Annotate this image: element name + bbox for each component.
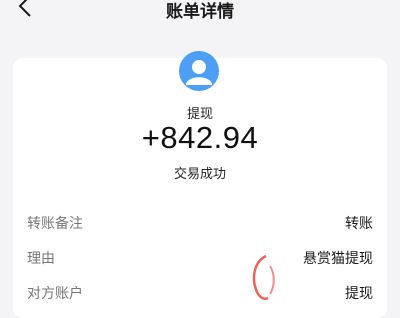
- transaction-amount: +842.94: [141, 120, 259, 155]
- detail-row-counterparty: 对方账户 提现: [27, 283, 373, 303]
- detail-row-remark: 转账备注 转账: [27, 213, 373, 233]
- bill-detail-card: 提现 +842.94 交易成功 转账备注 转账 理由 悬赏猫提现 对方账户 提现: [13, 51, 387, 318]
- detail-label: 理由: [27, 251, 55, 267]
- detail-label: 对方账户: [27, 286, 83, 302]
- detail-value: 提现: [345, 286, 373, 302]
- avatar: [179, 51, 219, 91]
- navigation-bar: 账单详情: [0, 0, 400, 30]
- watermark-logo: [248, 252, 278, 304]
- user-avatar-icon: [186, 60, 212, 85]
- transaction-status: 交易成功: [173, 167, 226, 182]
- detail-label: 转账备注: [27, 216, 83, 232]
- watermark-icon: [252, 254, 275, 300]
- detail-row-reason: 理由 悬赏猫提现: [27, 248, 373, 268]
- detail-value: 转账: [345, 216, 373, 232]
- detail-value: 悬赏猫提现: [303, 251, 373, 267]
- page-title: 账单详情: [166, 2, 234, 22]
